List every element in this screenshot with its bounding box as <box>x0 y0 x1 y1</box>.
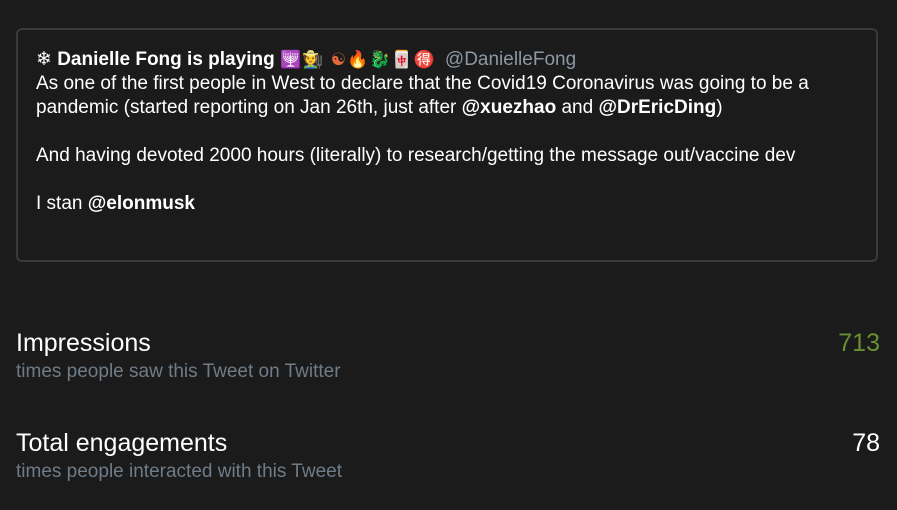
tweet-card[interactable]: ❄ Danielle Fong is playing 🕎🧑‍🌾 ☯🔥🐉🀄🉐 @D… <box>16 28 878 262</box>
tweet-paragraph-1: As one of the first people in West to de… <box>36 72 858 120</box>
author-emoji-icons: 🕎🧑‍🌾 ☯🔥🐉🀄🉐 <box>279 50 436 70</box>
mention-xuezhao[interactable]: @xuezhao <box>462 97 557 118</box>
impressions-title: Impressions <box>16 329 151 357</box>
author-handle[interactable]: @DanielleFong <box>445 49 576 70</box>
tweet-header: ❄ Danielle Fong is playing 🕎🧑‍🌾 ☯🔥🐉🀄🉐 @D… <box>36 48 858 72</box>
engagements-metric: Total engagements times people interacte… <box>16 428 880 484</box>
tweet-text-segment: and <box>556 97 599 118</box>
tweet-text-segment: I stan <box>36 193 88 214</box>
impressions-metric: Impressions times people saw this Tweet … <box>16 328 880 384</box>
mention-drericding[interactable]: @DrEricDing <box>598 97 716 118</box>
author-name[interactable]: Danielle Fong is playing <box>57 49 274 70</box>
engagements-subtitle: times people interacted with this Tweet <box>16 461 342 482</box>
mention-elonmusk[interactable]: @elonmusk <box>88 193 195 214</box>
tweet-text-segment: ) <box>716 97 723 118</box>
tweet-paragraph-2: And having devoted 2000 hours (literally… <box>36 145 796 166</box>
engagements-value: 78 <box>852 429 880 457</box>
snowflake-icon: ❄ <box>36 49 52 70</box>
tweet-text: As one of the first people in West to de… <box>36 72 858 216</box>
impressions-value: 713 <box>838 329 880 357</box>
tweet-paragraph-3: I stan @elonmusk <box>36 192 858 216</box>
impressions-subtitle: times people saw this Tweet on Twitter <box>16 361 341 382</box>
engagements-title: Total engagements <box>16 429 228 457</box>
